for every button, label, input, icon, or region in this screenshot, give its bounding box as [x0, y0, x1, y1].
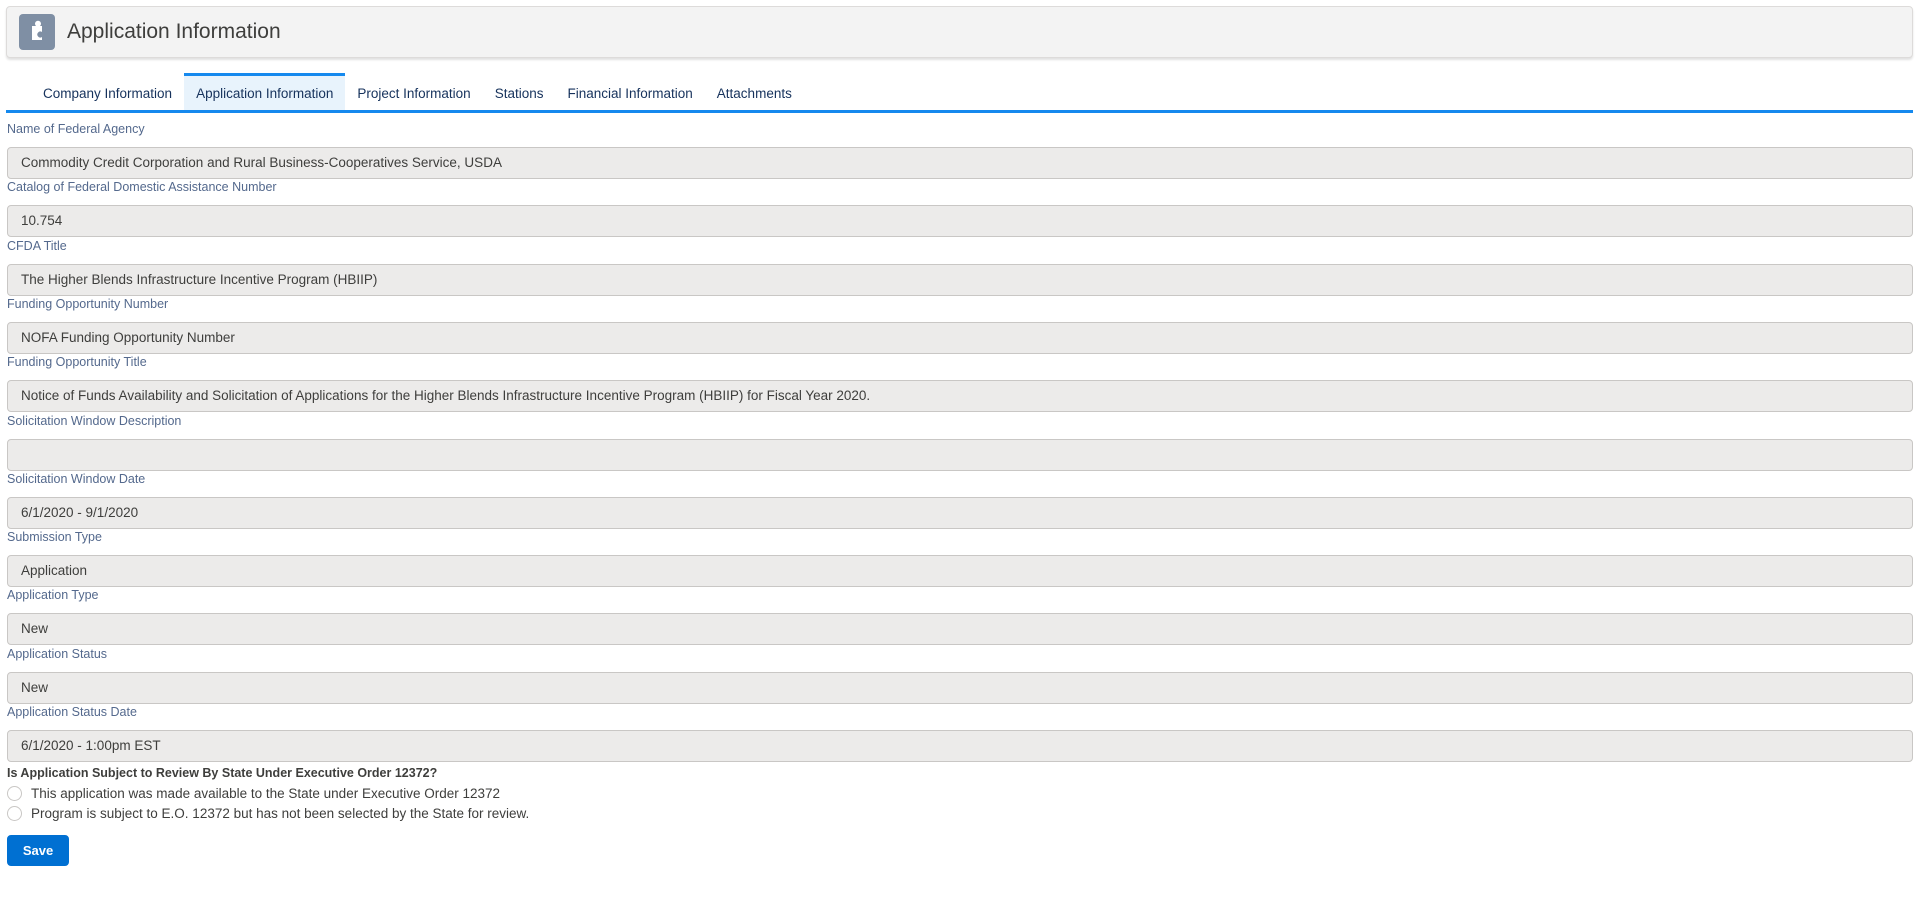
form-field: Submission Type Application — [7, 530, 1913, 588]
field-label: Funding Opportunity Number — [7, 296, 169, 311]
form-field: Catalog of Federal Domestic Assistance N… — [7, 180, 1913, 238]
form-field: Application Status New — [7, 646, 1913, 704]
radio-button[interactable] — [7, 786, 22, 801]
field-value-readonly[interactable]: 6/1/2020 - 1:00pm EST — [7, 730, 1913, 762]
tab-application-information[interactable]: Application Information — [184, 73, 346, 110]
puzzle-icon — [19, 14, 55, 50]
form-field: Name of Federal Agency Commodity Credit … — [7, 122, 1913, 179]
field-value-readonly[interactable]: Commodity Credit Corporation and Rural B… — [7, 147, 1913, 179]
field-label: Application Status — [7, 646, 108, 661]
form-field: Funding Opportunity Number NOFA Funding … — [7, 296, 1913, 354]
field-label: CFDA Title — [7, 238, 67, 253]
executive-order-question: Is Application Subject to Review By Stat… — [7, 766, 438, 780]
field-label: Name of Federal Agency — [7, 122, 145, 136]
radio-option-made-available[interactable]: This application was made available to t… — [7, 786, 500, 801]
tab-bar: Company Information Application Informat… — [6, 73, 1913, 113]
radio-label: Program is subject to E.O. 12372 but has… — [31, 806, 530, 821]
form-field: Funding Opportunity Title Notice of Fund… — [7, 355, 1913, 413]
field-value-readonly[interactable]: Notice of Funds Availability and Solicit… — [7, 380, 1913, 413]
tab-attachments[interactable]: Attachments — [705, 73, 804, 110]
form-field: Application Type New — [7, 588, 1913, 646]
field-value-readonly[interactable]: 6/1/2020 - 9/1/2020 — [7, 496, 1913, 529]
tab-financial-information[interactable]: Financial Information — [555, 73, 704, 110]
tab-stations[interactable]: Stations — [483, 73, 556, 110]
field-value-readonly[interactable]: The Higher Blends Infrastructure Incenti… — [7, 263, 1913, 296]
form-field: Solicitation Window Date 6/1/2020 - 9/1/… — [7, 471, 1913, 529]
field-value-readonly[interactable]: New — [7, 671, 1913, 704]
tab-company-information[interactable]: Company Information — [31, 73, 184, 110]
form-field: Application Status Date 6/1/2020 - 1:00p… — [7, 705, 1913, 762]
radio-button[interactable] — [7, 806, 22, 821]
field-label: Catalog of Federal Domestic Assistance N… — [7, 180, 277, 195]
form-field: Solicitation Window Description — [7, 413, 1913, 471]
radio-option-not-selected[interactable]: Program is subject to E.O. 12372 but has… — [7, 806, 529, 821]
field-label: Solicitation Window Description — [7, 413, 182, 428]
page-title: Application Information — [67, 20, 281, 43]
field-label: Application Type — [7, 588, 99, 603]
tab-project-information[interactable]: Project Information — [345, 73, 482, 110]
field-value-readonly[interactable]: 10.754 — [7, 205, 1913, 238]
form-field: CFDA Title The Higher Blends Infrastruct… — [7, 238, 1913, 296]
field-value-readonly[interactable] — [7, 438, 1913, 471]
page-header: Application Information — [6, 6, 1913, 58]
save-button[interactable]: Save — [7, 835, 69, 866]
field-label: Submission Type — [7, 530, 102, 545]
field-label: Funding Opportunity Title — [7, 355, 147, 370]
field-value-readonly[interactable]: Application — [7, 555, 1913, 588]
field-value-readonly[interactable]: NOFA Funding Opportunity Number — [7, 321, 1913, 354]
field-label: Application Status Date — [7, 705, 137, 719]
radio-label: This application was made available to t… — [31, 786, 501, 801]
field-label: Solicitation Window Date — [7, 471, 146, 486]
field-value-readonly[interactable]: New — [7, 613, 1913, 646]
